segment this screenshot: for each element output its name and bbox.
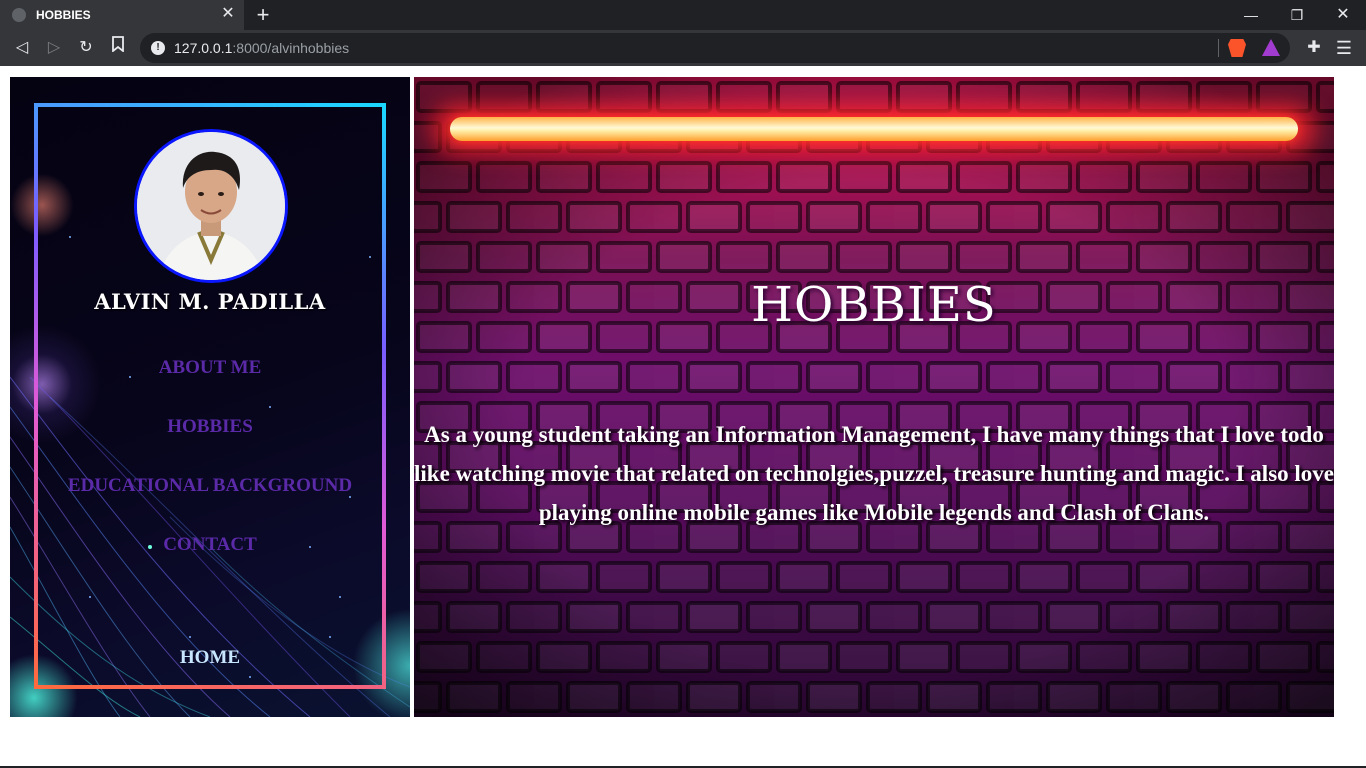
tab-strip: HOBBIES ✕ + — ❐ ✕	[0, 0, 1366, 30]
nav-about-me[interactable]: ABOUT ME	[10, 357, 410, 379]
active-tab[interactable]: HOBBIES ✕	[0, 0, 244, 30]
neon-light-bar	[450, 117, 1298, 141]
brave-shields-icon[interactable]	[1228, 39, 1246, 57]
url-path: :8000/alvinhobbies	[232, 40, 350, 56]
extensions-icon[interactable]: ✚	[1302, 36, 1326, 60]
url-host: 127.0.0.1	[174, 40, 233, 56]
profile-photo	[137, 132, 285, 280]
close-window-icon[interactable]: ✕	[1320, 0, 1366, 30]
browser-toolbar: ◁ ▷ ↻ ! 127.0.0.1:8000/alvinhobbies ✚ ☰	[0, 30, 1366, 66]
nav-hobbies[interactable]: HOBBIES	[10, 416, 410, 438]
url-text[interactable]: 127.0.0.1:8000/alvinhobbies	[174, 40, 349, 56]
brave-rewards-icon[interactable]	[1262, 39, 1280, 56]
nav-educational-background[interactable]: EDUCATIONAL BACKGROUND	[10, 475, 410, 497]
maximize-icon[interactable]: ❐	[1274, 0, 1320, 30]
profile-sidebar: ALVIN M. PADILLA ABOUT ME HOBBIES EDUCAT…	[10, 77, 410, 717]
profile-avatar	[134, 129, 288, 283]
hobbies-hero: HOBBIES As a young student taking an Inf…	[414, 77, 1334, 717]
forward-icon[interactable]: ▷	[42, 36, 66, 60]
page-favicon-icon	[12, 8, 26, 22]
hobbies-paragraph: As a young student taking an Information…	[414, 422, 1334, 525]
close-tab-icon[interactable]: ✕	[220, 6, 236, 22]
omnibox-divider	[1218, 39, 1219, 57]
reload-icon[interactable]: ↻	[74, 36, 98, 60]
menu-icon[interactable]: ☰	[1334, 36, 1354, 60]
minimize-icon[interactable]: —	[1228, 0, 1274, 30]
tab-title: HOBBIES	[36, 8, 91, 22]
site-info-icon[interactable]: !	[151, 41, 165, 55]
back-icon[interactable]: ◁	[10, 36, 34, 60]
address-bar[interactable]: ! 127.0.0.1:8000/alvinhobbies	[140, 33, 1290, 63]
bookmark-shape	[112, 36, 124, 53]
profile-name: ALVIN M. PADILLA	[94, 289, 326, 314]
nav-home[interactable]: HOME	[10, 647, 410, 669]
new-tab-icon[interactable]: +	[252, 2, 274, 28]
page-title: HOBBIES	[751, 277, 997, 333]
nav-contact[interactable]: CONTACT	[10, 534, 410, 556]
brick-wall-background	[414, 77, 1334, 717]
bookmark-icon[interactable]	[106, 36, 130, 60]
